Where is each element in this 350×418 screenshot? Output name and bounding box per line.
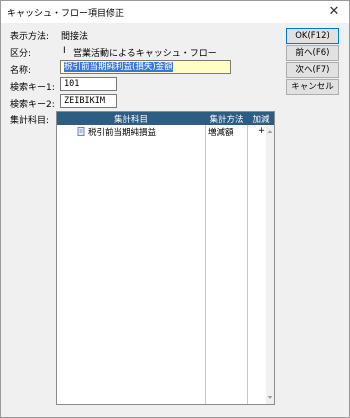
cancel-button[interactable]: キャンセル	[286, 79, 339, 95]
row-item-text: 税引前当期純損益	[88, 128, 157, 138]
scroll-down-icon[interactable]	[266, 394, 274, 402]
display-method-label: 表示方法:	[10, 32, 50, 42]
table-row[interactable]: 税引前当期純損益 増減額 +	[57, 125, 266, 138]
category-marker: Ⅰ	[63, 46, 66, 56]
row-item-cell: 税引前当期純損益	[77, 126, 156, 138]
aggregate-items-label: 集計科目:	[10, 116, 50, 126]
column-divider	[205, 125, 206, 404]
search-key1-field[interactable]: 101	[60, 77, 117, 91]
column-header-sign[interactable]: 加減	[248, 113, 274, 125]
window-title: キャッシュ・フロー項目修正	[7, 9, 125, 19]
aggregate-items-grid[interactable]: 集計科目 集計方法 加減 税引前当期純損益 増減額 +	[56, 111, 275, 405]
search-key2-label: 検索キー2:	[10, 100, 55, 110]
category-value: 営業活動によるキャッシュ・フロー	[73, 49, 217, 59]
name-label: 名称:	[10, 66, 32, 76]
display-method-value: 間接法	[61, 32, 89, 42]
grid-scrollbar[interactable]	[266, 125, 274, 404]
row-method-cell: 増減額	[208, 128, 234, 138]
search-key1-label: 検索キー1:	[10, 83, 55, 93]
name-field-text: 税引前当期純利益(損失)金額	[64, 62, 173, 72]
column-header-item[interactable]: 集計科目	[57, 113, 205, 125]
column-header-method[interactable]: 集計方法	[206, 113, 247, 125]
dialog-window: キャッシュ・フロー項目修正 ✕ 表示方法: 間接法 区分: Ⅰ 営業活動によるキ…	[0, 0, 350, 418]
search-key2-field[interactable]: ZEIBIKIM	[60, 94, 117, 108]
title-bar: キャッシュ・フロー項目修正 ✕	[1, 1, 349, 23]
scroll-up-icon[interactable]	[266, 127, 274, 135]
document-icon	[77, 127, 85, 136]
category-label: 区分:	[10, 49, 32, 59]
column-divider	[247, 125, 248, 404]
ok-button[interactable]: OK(F12)	[286, 28, 339, 44]
name-field[interactable]: 税引前当期純利益(損失)金額	[60, 60, 231, 74]
grid-header: 集計科目 集計方法 加減	[57, 112, 274, 125]
row-sign-cell: +	[258, 126, 266, 136]
prev-button[interactable]: 前へ(F6)	[286, 45, 339, 61]
next-button[interactable]: 次へ(F7)	[286, 62, 339, 78]
close-button[interactable]: ✕	[319, 1, 349, 23]
